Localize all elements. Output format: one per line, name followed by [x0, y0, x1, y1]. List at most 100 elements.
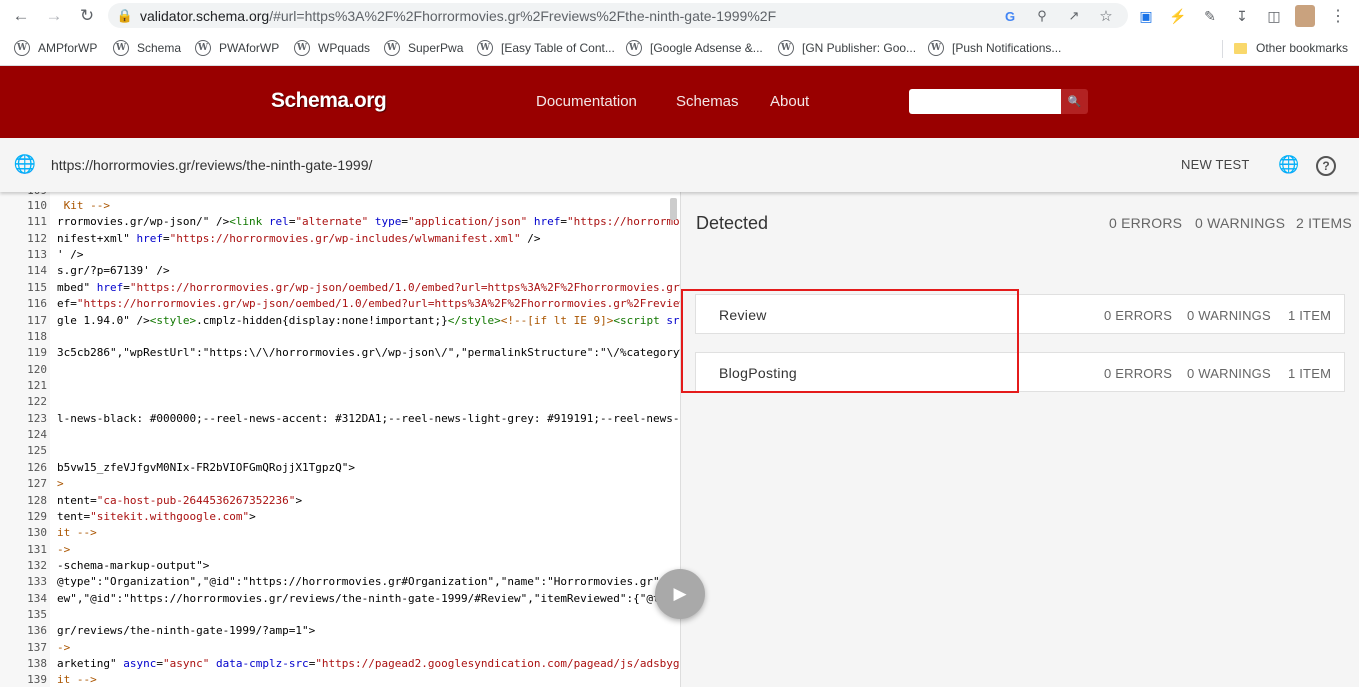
bookmark-item[interactable]: W WPquads [294, 38, 370, 58]
code-text: Kit --> [57, 199, 110, 212]
code-text: it --> [57, 526, 97, 540]
help-icon[interactable]: ? [1316, 156, 1336, 176]
share-icon[interactable]: ↗ [1064, 6, 1084, 26]
code-text: it --> [57, 673, 97, 687]
language-icon[interactable]: 🌐 [1278, 154, 1300, 176]
line-number: 118 [27, 329, 47, 343]
code-line: 131 -> [0, 542, 680, 558]
bookmark-label: SuperPwa [408, 41, 464, 55]
bookmark-item[interactable]: W PWAforWP [195, 38, 279, 58]
card-items: 1 ITEM [1288, 308, 1332, 323]
code-text: rrormovies.gr/wp-json/" /><link rel="alt… [57, 215, 680, 229]
extensions-puzzle-icon[interactable]: ✎ [1199, 5, 1221, 27]
code-line: 110 Kit --> [0, 198, 680, 214]
code-line: 128 ntent="ca-host-pub-2644536267352236"> [0, 493, 680, 509]
line-number: 134 [27, 591, 47, 605]
profile-avatar[interactable] [1295, 5, 1315, 27]
bookmark-item[interactable]: W Schema [113, 38, 181, 58]
source-code-panel[interactable]: 109 110 Kit -->111rrormovies.gr/wp-json/… [0, 192, 681, 687]
folder-icon [1234, 42, 1247, 54]
code-line: 122 [0, 394, 680, 410]
code-line: 137 -> [0, 640, 680, 656]
menu-kebab-icon[interactable]: ⋮ [1327, 5, 1349, 27]
wordpress-icon: W [294, 40, 310, 56]
bolt-extension-icon[interactable]: ⚡ [1167, 5, 1189, 27]
back-icon[interactable]: ← [9, 4, 33, 28]
code-line: 134 ew","@id":"https://horrormovies.gr/re… [0, 591, 680, 607]
wordpress-icon: W [384, 40, 400, 56]
nav-about[interactable]: About [770, 93, 809, 110]
annotation-highlight-box [681, 289, 1019, 393]
wordpress-icon: W [195, 40, 211, 56]
download-icon[interactable]: ↧ [1231, 5, 1253, 27]
line-number: 115 [27, 280, 47, 294]
other-bookmarks[interactable]: Other bookmarks [1234, 38, 1348, 58]
line-number: 137 [27, 640, 47, 654]
line-number: 111 [27, 215, 47, 229]
lock-icon[interactable]: 🔒 [115, 6, 135, 26]
search-icon: 🔍 [1067, 96, 1082, 108]
wordpress-icon: W [14, 40, 30, 56]
bookmark-item[interactable]: W AMPforWP [14, 38, 97, 58]
code-text: arketing" async="async" data-cmplz-src="… [57, 657, 680, 671]
code-text: b5vw15_zfeVJfgvM0NIx-FR2bVIOFGmQRojjX1Tg… [57, 460, 356, 474]
address-url[interactable]: validator.schema.org/#url=https%3A%2F%2F… [140, 8, 776, 24]
bookmarks-bar: W AMPforWP W Schema W PWAforWP W WPquads W Su… [0, 32, 1359, 66]
bookmark-label: WPquads [318, 41, 371, 55]
search-button[interactable]: 🔍 [1061, 89, 1088, 114]
line-number: 130 [27, 526, 47, 540]
code-line: 132 -schema-markup-output"> [0, 558, 680, 574]
code-line: 129 tent="sitekit.withgoogle.com"> [0, 509, 680, 525]
other-bookmarks-label: Other bookmarks [1256, 41, 1349, 55]
nav-documentation[interactable]: Documentation [536, 93, 637, 110]
run-test-button[interactable]: ▶ [655, 569, 705, 619]
code-text: mbed" href="https://horrormovies.gr/wp-j… [57, 280, 680, 294]
line-number: 124 [27, 428, 47, 441]
side-panel-icon[interactable]: ◫ [1263, 5, 1285, 27]
line-number: 116 [27, 297, 47, 311]
bookmark-item[interactable]: W [Google Adsense &... [626, 38, 763, 58]
total-items: 2 ITEMS [1296, 215, 1352, 231]
address-bar[interactable]: 🔒 validator.schema.org/#url=https%3A%2F%… [108, 3, 1128, 28]
forward-icon[interactable]: → [42, 4, 66, 28]
tested-url[interactable]: https://horrormovies.gr/reviews/the-nint… [51, 157, 372, 173]
bookmark-item[interactable]: W [Push Notifications... [928, 38, 1061, 58]
site-logo[interactable]: Schema.org [271, 89, 387, 113]
line-number: 122 [27, 395, 47, 409]
code-line: 119 3c5cb286","wpRestUrl":"https:\/\/horr… [0, 345, 680, 361]
code-line: 112 nifest+xml" href="https://horrormovie… [0, 231, 680, 247]
line-number: 112 [27, 231, 47, 245]
star-icon[interactable]: ☆ [1096, 6, 1116, 26]
wordpress-icon: W [113, 40, 129, 56]
wordpress-icon: W [477, 40, 493, 56]
site-header: Schema.org Documentation Schemas About 🔍 [0, 66, 1359, 138]
line-number: 110 [27, 199, 47, 212]
zoom-icon[interactable]: ⚲ [1032, 6, 1052, 26]
google-icon[interactable]: G [1000, 6, 1020, 26]
bookmark-item[interactable]: W [GN Publisher: Goo... [778, 38, 916, 58]
nav-schemas[interactable]: Schemas [676, 93, 739, 110]
code-line: 111 rrormovies.gr/wp-json/" /><link rel="… [0, 214, 680, 230]
globe-icon: 🌐 [13, 153, 37, 174]
line-number: 125 [27, 444, 47, 458]
code-text: gle 1.94.0" /><style>.cmplz-hidden{displ… [57, 313, 680, 327]
wordpress-icon: W [778, 40, 794, 56]
code-line: 115 mbed" href="https://horrormovies.gr/w… [0, 280, 680, 296]
line-number: 136 [27, 624, 47, 638]
tested-url-bar: 🌐 https://horrormovies.gr/reviews/the-ni… [0, 138, 1359, 192]
screencast-extension-icon[interactable]: ▣ [1135, 5, 1157, 27]
new-test-button[interactable]: NEW TEST [1181, 157, 1250, 172]
code-text: -> [57, 542, 71, 556]
reload-icon[interactable]: ↻ [75, 4, 99, 28]
code-scrollbar-thumb[interactable] [670, 198, 677, 220]
search-input[interactable] [909, 89, 1061, 114]
bookmark-label: [Google Adsense &... [650, 41, 763, 55]
code-text: > [57, 477, 64, 491]
bookmark-item[interactable]: W SuperPwa [384, 38, 463, 58]
card-warnings: 0 WARNINGS [1187, 366, 1271, 381]
line-number: 119 [27, 346, 47, 360]
line-number: 120 [27, 362, 47, 376]
code-line: 113 ' /> [0, 247, 680, 263]
bookmark-item[interactable]: W [Easy Table of Cont... [477, 38, 615, 58]
url-host: validator.schema.org [140, 8, 270, 24]
